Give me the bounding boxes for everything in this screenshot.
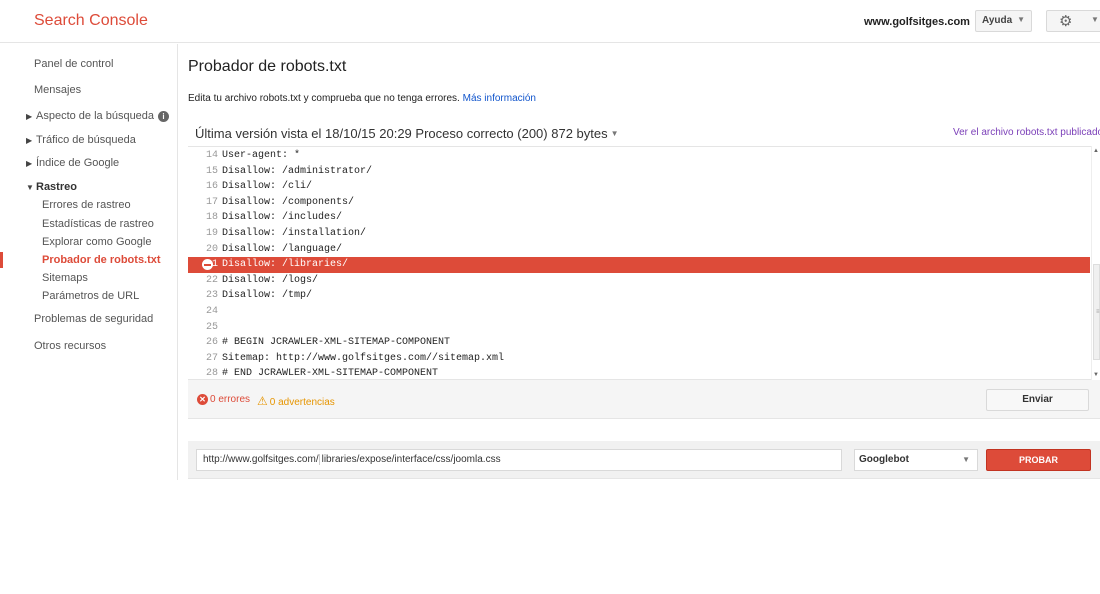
sidebar-item-crawl[interactable]: ▼ Rastreo — [26, 181, 77, 193]
sidebar-item-url-parameters[interactable]: Parámetros de URL — [42, 290, 139, 302]
user-agent-value: Googlebot — [859, 454, 909, 465]
sidebar-item-label: Aspecto de la búsqueda — [36, 110, 155, 122]
error-circle-icon: ✕ — [197, 394, 208, 405]
sidebar-item-label: Rastreo — [36, 181, 77, 193]
active-indicator — [0, 252, 3, 268]
top-header: Search Console www.golfsitges.com Ayuda … — [0, 0, 1100, 43]
code-line: 27 Sitemap: http://www.golfsitges.com//si… — [205, 352, 505, 364]
help-button[interactable]: Ayuda ▼ — [975, 10, 1032, 32]
scroll-down-icon[interactable]: ▼ — [1093, 372, 1099, 378]
help-label: Ayuda — [982, 15, 1013, 26]
sidebar-item-security-issues[interactable]: Problemas de seguridad — [34, 313, 153, 325]
test-button[interactable]: PROBAR — [986, 449, 1091, 471]
page-title: Probador de robots.txt — [188, 58, 347, 75]
brand-logo[interactable]: Search Console — [34, 12, 148, 30]
grip-icon: ≡ — [1096, 309, 1100, 315]
code-line: 20 Disallow: /language/ — [205, 243, 343, 255]
version-selector[interactable]: Última versión vista el 18/10/15 20:29 P… — [195, 126, 619, 141]
sidebar-item-crawl-stats[interactable]: Estadísticas de rastreo — [42, 218, 154, 230]
chevron-down-icon: ▼ — [1091, 15, 1099, 24]
sidebar-item-other-resources[interactable]: Otros recursos — [34, 340, 106, 352]
send-button[interactable]: Enviar — [986, 389, 1089, 411]
code-line-blocked: 1 Disallow: /libraries/ — [188, 257, 1090, 273]
test-url-input[interactable]: http://www.golfsitges.com/libraries/expo… — [196, 449, 842, 471]
caret-right-icon: ▶ — [26, 159, 33, 168]
chevron-down-icon: ▼ — [610, 129, 619, 138]
code-line: 26 # BEGIN JCRAWLER-XML-SITEMAP-COMPONENT — [205, 337, 451, 349]
sidebar-item-robots-tester[interactable]: Probador de robots.txt — [42, 254, 161, 266]
validation-bar: ✕ 0 errores ⚠ 0 advertencias Enviar — [188, 380, 1100, 419]
code-line: 25 — [205, 321, 218, 333]
code-line: 18 Disallow: /includes/ — [205, 212, 343, 224]
code-line: 14 User-agent: * — [205, 150, 301, 161]
sidebar-item-label: Índice de Google — [36, 157, 120, 169]
code-line: 16 Disallow: /cli/ — [205, 181, 313, 193]
code-line: 24 — [205, 306, 218, 317]
warning-icon: ⚠ — [257, 394, 268, 408]
chevron-down-icon: ▼ — [1017, 15, 1025, 24]
scroll-up-icon[interactable]: ▲ — [1093, 148, 1099, 154]
robots-editor[interactable]: 14 User-agent: * 15 Disallow: /administrat… — [188, 146, 1100, 380]
settings-button[interactable]: ⚙ ▼ — [1046, 10, 1100, 32]
url-prefix: http://www.golfsitges.com/ — [203, 454, 319, 465]
caret-right-icon: ▶ — [26, 112, 33, 121]
more-info-link[interactable]: Más información — [463, 93, 536, 104]
sidebar-item-dashboard[interactable]: Panel de control — [34, 58, 114, 70]
sidebar-item-crawl-errors[interactable]: Errores de rastreo — [42, 199, 131, 211]
page-description: Edita tu archivo robots.txt y comprueba … — [188, 93, 536, 104]
sidebar-item-search-appearance[interactable]: ▶ Aspecto de la búsqueda i — [26, 110, 170, 122]
sidebar-item-label: Tráfico de búsqueda — [36, 134, 136, 146]
caret-right-icon: ▶ — [26, 136, 33, 145]
sidebar-item-fetch-as-google[interactable]: Explorar como Google — [42, 236, 151, 248]
scroll-thumb[interactable]: ≡ — [1093, 264, 1100, 360]
url-path[interactable]: libraries/expose/interface/css/joomla.cs… — [318, 454, 501, 465]
user-agent-select[interactable]: Googlebot ▼ — [854, 449, 978, 471]
chevron-down-icon: ▼ — [962, 455, 970, 464]
version-text: Última versión vista el 18/10/15 20:29 P… — [195, 126, 608, 141]
code-line: 22 Disallow: /logs/ — [205, 274, 319, 286]
code-line: 17 Disallow: /components/ — [205, 196, 355, 208]
sidebar-item-messages[interactable]: Mensajes — [34, 84, 81, 96]
info-icon[interactable]: i — [158, 111, 170, 122]
error-count: ✕ 0 errores — [197, 394, 250, 405]
description-text: Edita tu archivo robots.txt y comprueba … — [188, 93, 460, 104]
editor-scrollbar[interactable]: ▲ ≡ ▼ — [1091, 146, 1100, 380]
warning-count: ⚠ 0 advertencias — [257, 394, 335, 408]
sidebar-item-google-index[interactable]: ▶ Índice de Google — [26, 157, 119, 169]
code-line: 15 Disallow: /administrator/ — [205, 165, 373, 177]
url-test-bar: http://www.golfsitges.com/libraries/expo… — [188, 441, 1100, 479]
gear-icon: ⚙ — [1059, 13, 1073, 30]
code-line: 28 # END JCRAWLER-XML-SITEMAP-COMPONENT — [205, 368, 439, 380]
code-line: 19 Disallow: /installation/ — [205, 228, 367, 239]
caret-down-icon: ▼ — [26, 183, 34, 192]
site-selector[interactable]: www.golfsitges.com — [864, 16, 970, 28]
code-line: 23 Disallow: /tmp/ — [205, 290, 313, 302]
sidebar-item-sitemaps[interactable]: Sitemaps — [42, 272, 88, 284]
view-published-link[interactable]: Ver el archivo robots.txt publicado — [953, 127, 1100, 138]
sidebar-item-search-traffic[interactable]: ▶ Tráfico de búsqueda — [26, 134, 136, 146]
